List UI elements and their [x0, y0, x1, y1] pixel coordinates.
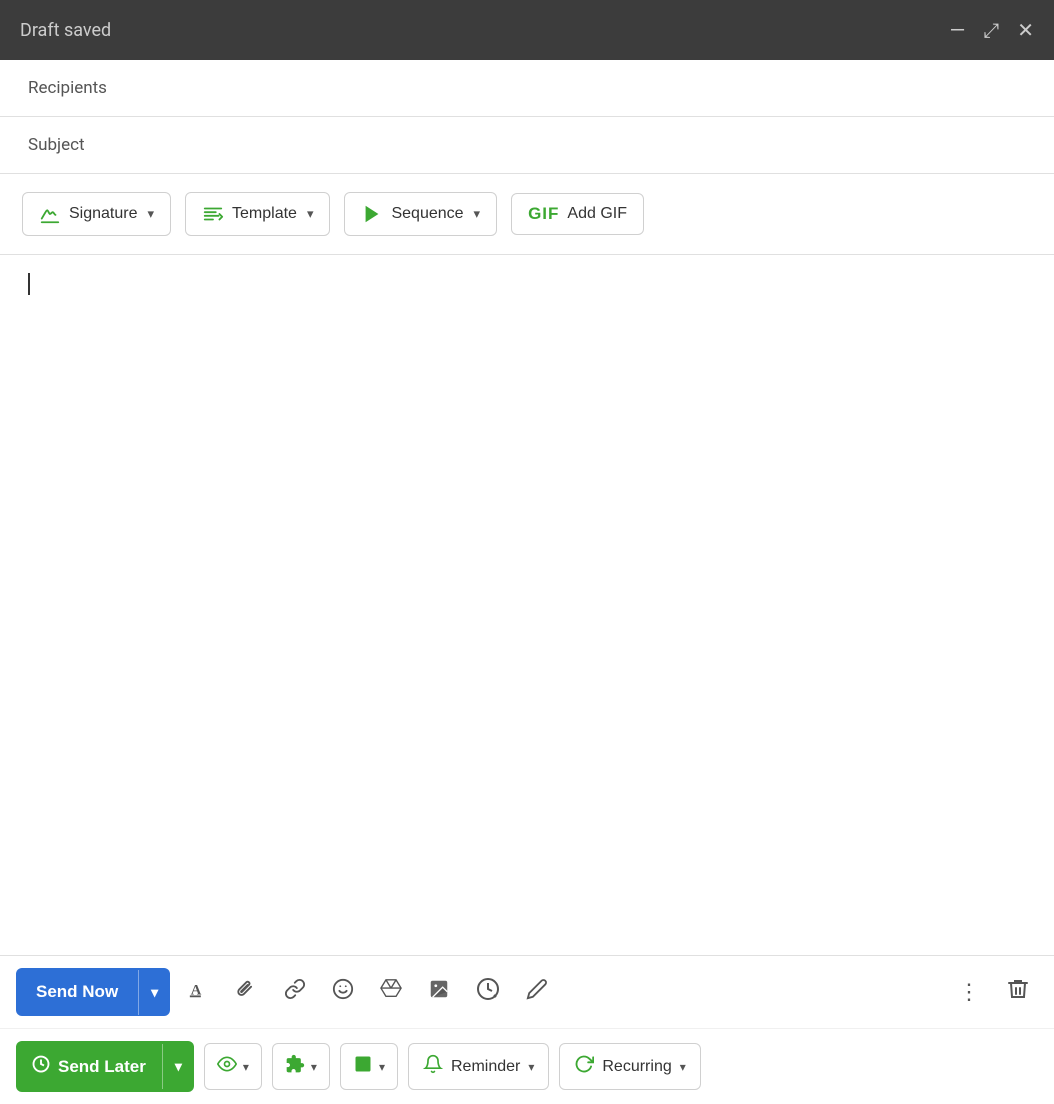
image-icon — [428, 978, 450, 1006]
eye-icon — [217, 1054, 237, 1079]
subject-label: Subject — [28, 135, 85, 155]
recurring-arrow-icon: ▾ — [680, 1060, 686, 1074]
text-format-icon: A — [188, 978, 210, 1006]
reminder-label: Reminder — [451, 1058, 520, 1076]
template-icon — [202, 203, 224, 225]
clock-icon — [476, 977, 500, 1007]
trash-icon — [1006, 977, 1030, 1007]
color-button[interactable]: ▾ — [340, 1043, 398, 1090]
compose-toolbar: Signature ▾ Template ▾ — [0, 174, 1054, 255]
window-controls: — ⤢ ✕ — [950, 20, 1034, 40]
text-format-button[interactable]: A — [180, 972, 218, 1012]
signature-icon — [39, 203, 61, 225]
bottom-row-1: Send Now ▾ A — [0, 956, 1054, 1029]
gif-icon: GIF — [528, 204, 559, 224]
reminder-button[interactable]: Reminder ▾ — [408, 1043, 549, 1090]
color-arrow-icon: ▾ — [379, 1060, 385, 1074]
send-now-button[interactable]: Send Now ▾ — [16, 968, 170, 1016]
extension-button[interactable]: ▾ — [272, 1043, 330, 1090]
preview-arrow-icon: ▾ — [243, 1060, 249, 1074]
send-later-button[interactable]: Send Later ▾ — [16, 1041, 194, 1092]
template-arrow-icon: ▾ — [307, 206, 314, 222]
attachment-icon — [236, 978, 258, 1006]
schedule-button[interactable] — [468, 971, 508, 1013]
close-button[interactable]: ✕ — [1017, 20, 1034, 40]
emoji-icon — [332, 978, 354, 1006]
link-icon — [284, 978, 306, 1006]
bottom-row-2: Send Later ▾ ▾ — [0, 1029, 1054, 1104]
template-label: Template — [232, 205, 297, 223]
minimize-button[interactable]: — — [950, 20, 966, 40]
recurring-button[interactable]: Recurring ▾ — [559, 1043, 700, 1090]
maximize-button[interactable]: ⤢ — [983, 20, 999, 40]
send-later-main: Send Later — [16, 1041, 162, 1092]
pencil-icon — [526, 978, 548, 1006]
message-area[interactable] — [0, 255, 1054, 955]
edit-button[interactable] — [518, 972, 556, 1012]
title-bar: Draft saved — ⤢ ✕ — [0, 0, 1054, 60]
compose-body: Recipients Subject Signature ▾ — [0, 60, 1054, 1104]
attachment-button[interactable] — [228, 972, 266, 1012]
more-options-icon: ⋮ — [958, 979, 980, 1005]
signature-button[interactable]: Signature ▾ — [22, 192, 171, 236]
recurring-label: Recurring — [602, 1058, 671, 1076]
image-button[interactable] — [420, 972, 458, 1012]
send-later-dropdown-icon[interactable]: ▾ — [162, 1044, 194, 1089]
text-cursor — [28, 273, 30, 295]
reminder-arrow-icon: ▾ — [528, 1060, 534, 1074]
sequence-label: Sequence — [391, 205, 463, 223]
extension-arrow-icon: ▾ — [311, 1060, 317, 1074]
bell-icon — [423, 1054, 443, 1079]
delete-button[interactable] — [998, 971, 1038, 1013]
send-now-dropdown-icon[interactable]: ▾ — [138, 970, 170, 1015]
puzzle-icon — [285, 1054, 305, 1079]
subject-field[interactable]: Subject — [0, 117, 1054, 174]
sequence-icon — [361, 203, 383, 225]
emoji-button[interactable] — [324, 972, 362, 1012]
bottom-bar: Send Now ▾ A — [0, 955, 1054, 1104]
signature-arrow-icon: ▾ — [148, 206, 155, 222]
send-later-label: Send Later — [58, 1057, 146, 1077]
template-button[interactable]: Template ▾ — [185, 192, 330, 236]
send-now-label: Send Now — [16, 968, 138, 1016]
add-gif-label: Add GIF — [567, 205, 627, 223]
more-options-button[interactable]: ⋮ — [950, 973, 988, 1011]
google-drive-button[interactable] — [372, 972, 410, 1012]
recipients-field[interactable]: Recipients — [0, 60, 1054, 117]
recipients-label: Recipients — [28, 78, 107, 98]
add-gif-button[interactable]: GIF Add GIF — [511, 193, 644, 235]
draft-saved-label: Draft saved — [20, 20, 111, 41]
google-drive-icon — [380, 978, 402, 1006]
sequence-button[interactable]: Sequence ▾ — [344, 192, 497, 236]
clock-icon-send-later — [32, 1055, 50, 1078]
link-button[interactable] — [276, 972, 314, 1012]
preview-button[interactable]: ▾ — [204, 1043, 262, 1090]
recurring-icon — [574, 1054, 594, 1079]
color-square-icon — [353, 1054, 373, 1079]
signature-label: Signature — [69, 205, 138, 223]
sequence-arrow-icon: ▾ — [474, 206, 481, 222]
